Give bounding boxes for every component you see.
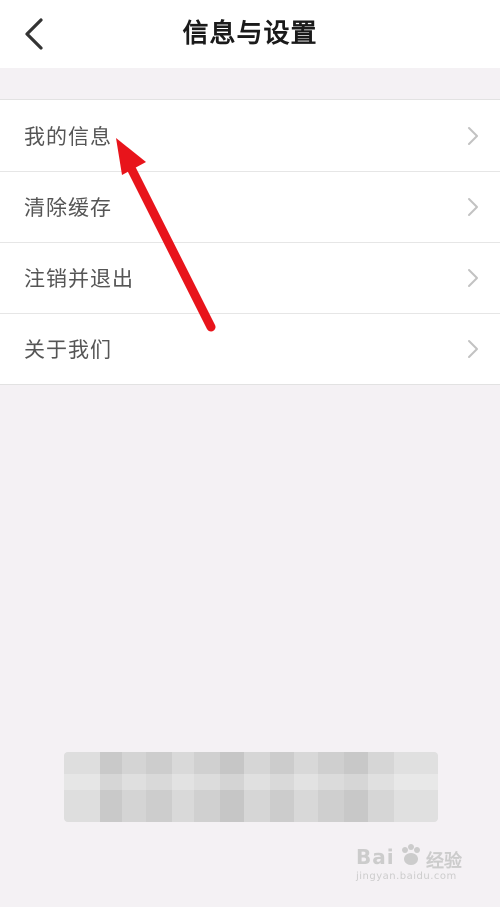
chevron-right-icon	[468, 197, 478, 216]
menu-item-label: 清除缓存	[24, 195, 112, 220]
blurred-toast	[64, 752, 438, 822]
header-bar: 信息与设置	[0, 0, 500, 68]
menu-item-clear-cache[interactable]: 清除缓存	[0, 171, 500, 242]
page-title: 信息与设置	[182, 19, 318, 49]
watermark-url: jingyan.baidu.com	[356, 871, 457, 882]
menu-item-label: 注销并退出	[24, 266, 134, 291]
watermark-brand: Bai	[356, 845, 395, 869]
chevron-right-icon	[468, 339, 478, 358]
menu-item-about-us[interactable]: 关于我们	[0, 313, 500, 384]
watermark-product: 经验	[426, 851, 462, 872]
menu-item-label: 我的信息	[24, 124, 112, 149]
menu-item-label: 关于我们	[24, 337, 112, 362]
chevron-right-icon	[468, 268, 478, 287]
menu-item-logout[interactable]: 注销并退出	[0, 242, 500, 313]
baidu-jingyan-watermark: Bai 经验 jingyan.baidu.com	[356, 843, 476, 889]
settings-list: 我的信息 清除缓存 注销并退出 关于我们	[0, 99, 500, 385]
paw-icon	[402, 844, 420, 865]
chevron-right-icon	[468, 126, 478, 145]
menu-item-my-info[interactable]: 我的信息	[0, 100, 500, 171]
